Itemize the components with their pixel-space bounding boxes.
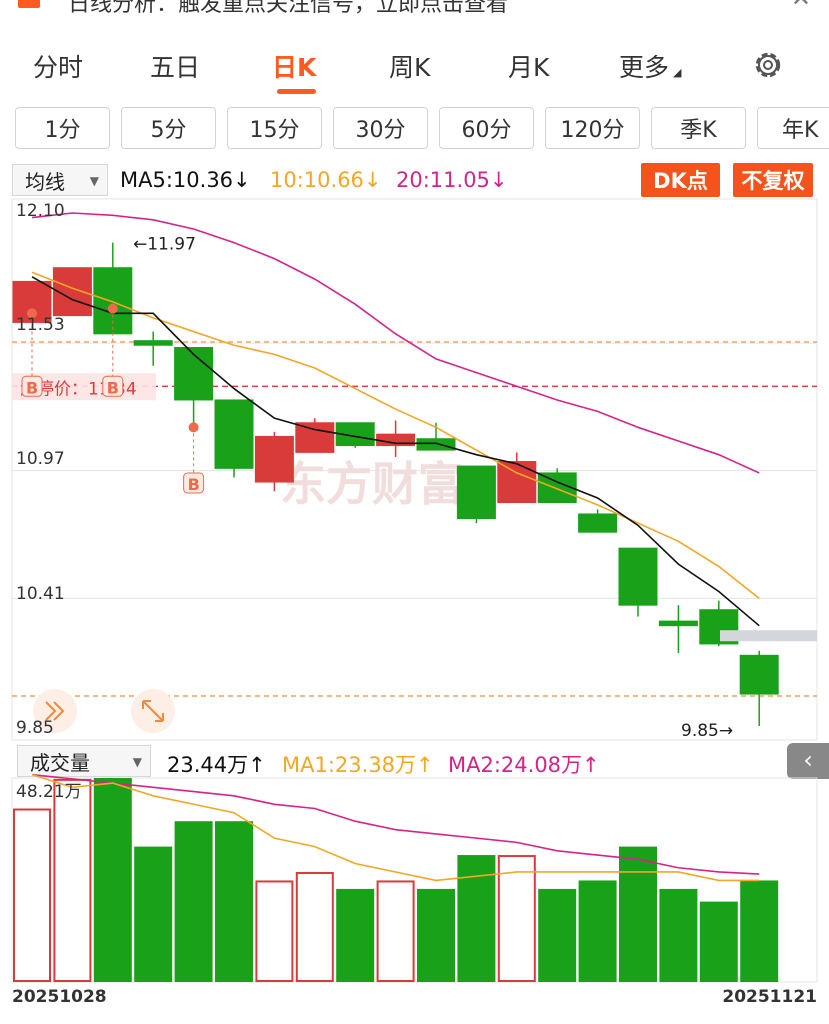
volume-bar[interactable]: [417, 888, 455, 982]
candle-body[interactable]: [133, 340, 173, 346]
volume-axis-label: 48.21万: [16, 782, 82, 802]
watermark-text: 东方财富: [280, 457, 464, 511]
buy-marker-label: B: [26, 378, 38, 397]
volume-bar[interactable]: [215, 821, 253, 982]
volume-bar[interactable]: [13, 808, 51, 983]
candle-body[interactable]: [416, 438, 456, 451]
candle-body[interactable]: [618, 547, 658, 606]
candle-body[interactable]: [456, 465, 496, 520]
volume-bar[interactable]: [578, 880, 617, 982]
volume-bar[interactable]: [619, 846, 657, 982]
price-axis-label: 12.10: [16, 201, 65, 221]
candle-body[interactable]: [739, 654, 779, 695]
volume-bar[interactable]: [174, 821, 213, 982]
price-axis-label: 10.97: [16, 449, 65, 469]
volume-bar[interactable]: [134, 846, 173, 982]
price-band: [720, 630, 817, 642]
buy-marker-label: B: [188, 475, 200, 494]
date-end-label: 20251121: [722, 987, 817, 1007]
volume-bar[interactable]: [699, 901, 738, 982]
candle-body[interactable]: [254, 435, 294, 483]
candle-body[interactable]: [658, 620, 698, 627]
price-axis-label: 11.53: [16, 315, 65, 335]
price-axis-label: 9.85: [16, 718, 54, 738]
candle-body[interactable]: [578, 513, 618, 533]
candle-body[interactable]: [214, 399, 254, 469]
candle-body[interactable]: [93, 267, 133, 335]
volume-bar[interactable]: [255, 880, 294, 983]
volume-bar[interactable]: [295, 871, 334, 982]
volume-bar[interactable]: [336, 888, 375, 982]
volume-bar[interactable]: [659, 888, 698, 982]
high-price-label: ←11.97: [133, 235, 196, 255]
volume-bar[interactable]: [376, 880, 415, 983]
volume-bar[interactable]: [497, 855, 536, 982]
buy-marker-label: B: [107, 378, 119, 397]
price-axis-label: 10.41: [16, 584, 65, 604]
low-price-label: 9.85→: [681, 721, 733, 741]
date-start-label: 20251028: [12, 987, 107, 1007]
volume-bar[interactable]: [740, 880, 779, 982]
candle-body[interactable]: [497, 461, 537, 504]
volume-bar[interactable]: [93, 778, 132, 982]
kline-chart[interactable]: 东方财富 涨停价：11.34B BB←11.979.85→ 12.1011.531…: [0, 0, 829, 1024]
volume-bar[interactable]: [538, 888, 577, 982]
volume-bar[interactable]: [53, 778, 92, 982]
candle-body[interactable]: [295, 422, 335, 453]
